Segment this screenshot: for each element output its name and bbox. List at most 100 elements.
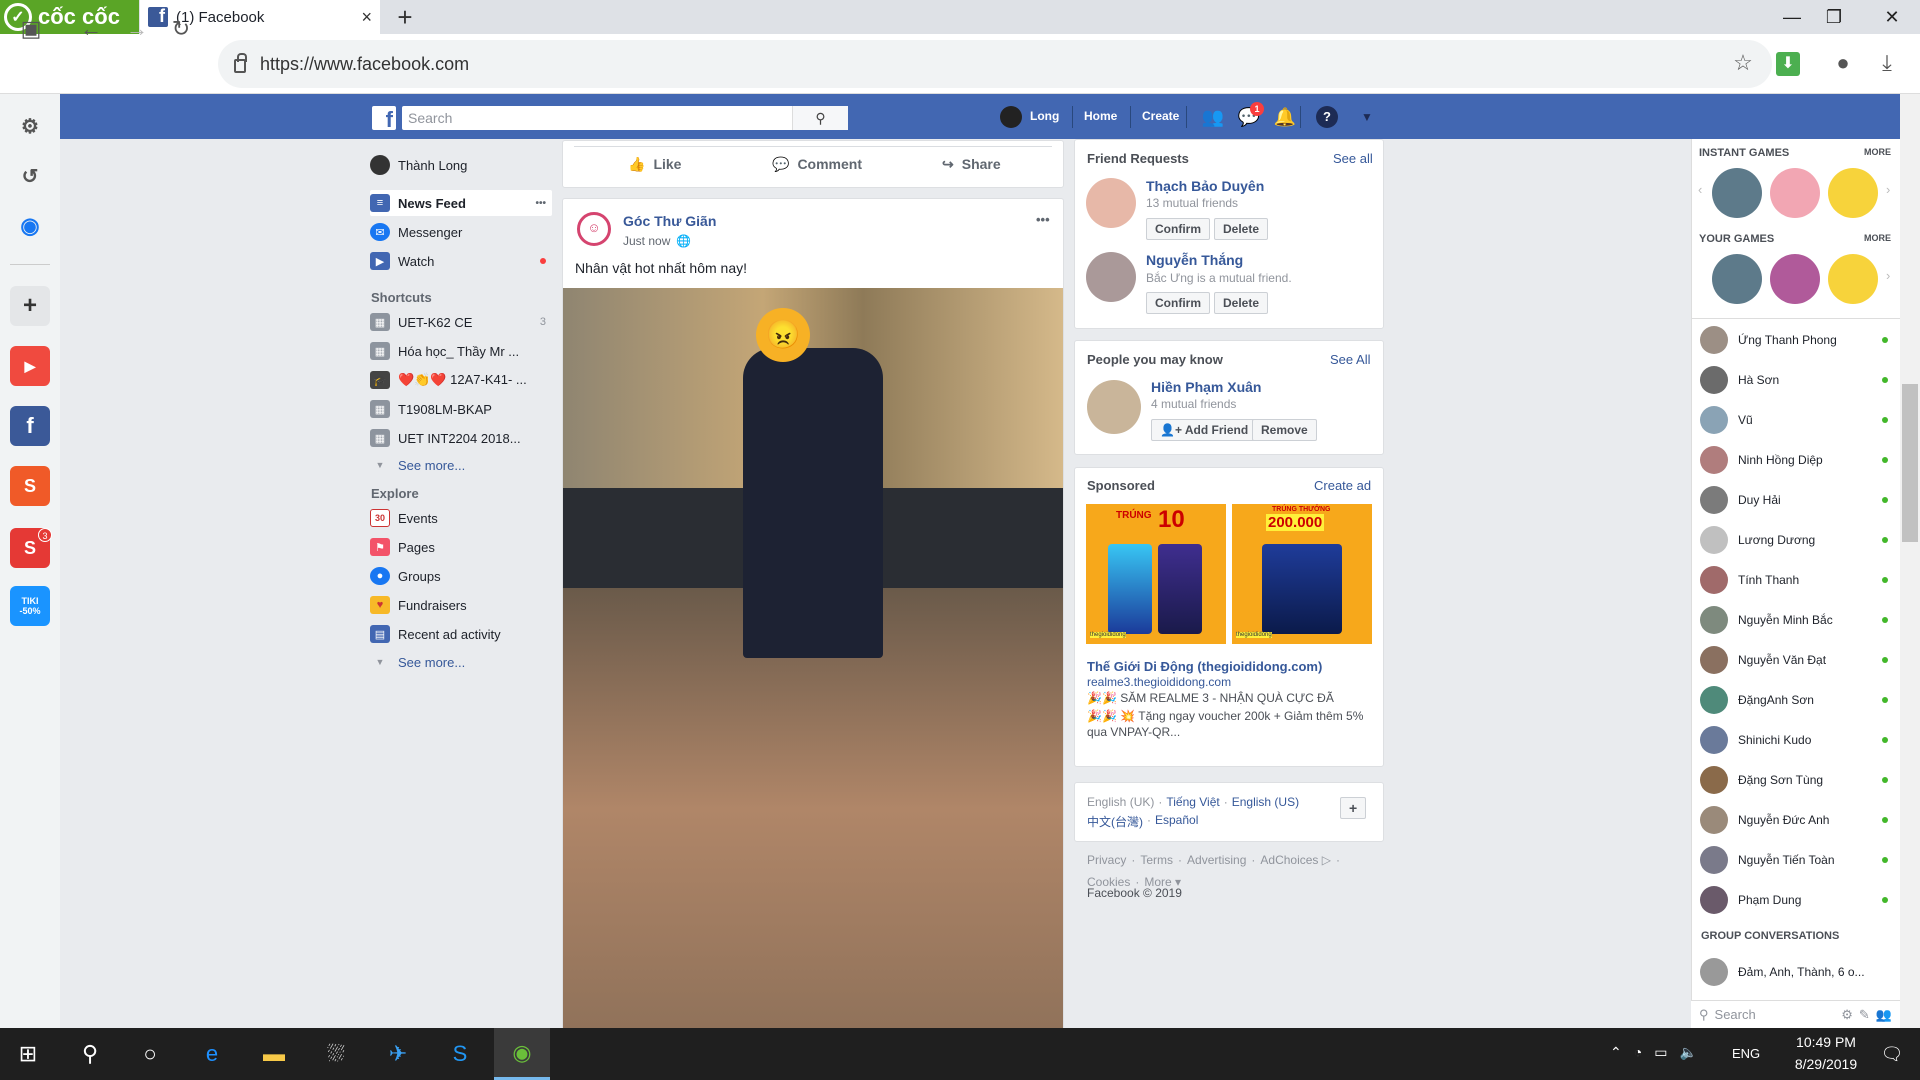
- app-icon[interactable]: ✈: [370, 1028, 426, 1080]
- contact-item[interactable]: Nguyễn Văn Đạt: [1700, 642, 1894, 678]
- advertiser-name[interactable]: Thế Giới Di Động (thegioididong.com): [1087, 659, 1322, 674]
- bookmark-star-icon[interactable]: ☆: [1728, 48, 1758, 78]
- see-more-explore[interactable]: ▼ See more...: [370, 649, 552, 675]
- nav-fundraisers[interactable]: ♥ Fundraisers: [370, 592, 552, 618]
- language-link[interactable]: Español: [1155, 813, 1198, 830]
- address-bar[interactable]: https://www.facebook.com: [218, 40, 1772, 88]
- windows-start-icon[interactable]: ⊞: [0, 1028, 56, 1080]
- tiki-icon[interactable]: TIKI -50%: [10, 586, 50, 626]
- close-window-button[interactable]: ✕: [1864, 0, 1920, 34]
- shopee-icon[interactable]: S: [10, 466, 50, 506]
- group-add-icon[interactable]: 👥: [1876, 1007, 1892, 1023]
- confirm-button[interactable]: Confirm: [1146, 292, 1210, 314]
- see-all-requests-link[interactable]: See all: [1333, 151, 1373, 166]
- game-thumbnail[interactable]: [1712, 254, 1762, 304]
- footer-link[interactable]: AdChoices ▷: [1260, 852, 1331, 869]
- volume-icon[interactable]: 🔈: [1679, 1044, 1696, 1061]
- ad-domain[interactable]: realme3.thegioididong.com: [1087, 675, 1231, 689]
- nav-watch[interactable]: ▶ Watch: [370, 248, 552, 274]
- contact-item[interactable]: Phạm Dung: [1700, 882, 1894, 918]
- notifications-bell-icon[interactable]: 🔔: [1272, 104, 1298, 130]
- back-icon[interactable]: ←: [76, 14, 106, 44]
- shortcut-item[interactable]: ▦ T1908LM-BKAP: [370, 396, 552, 422]
- nav-recent-ad-activity[interactable]: ▤ Recent ad activity: [370, 621, 552, 647]
- nav-pages[interactable]: ⚑ Pages: [370, 534, 552, 560]
- skype-icon[interactable]: S: [432, 1028, 488, 1080]
- add-icon[interactable]: +: [10, 286, 50, 326]
- account-icon[interactable]: ●: [1828, 48, 1858, 78]
- scrollbar-thumb[interactable]: [1902, 384, 1918, 542]
- language-link[interactable]: 中文(台灣): [1087, 813, 1143, 830]
- page-scrollbar[interactable]: [1900, 94, 1920, 1028]
- game-thumbnail[interactable]: [1828, 168, 1878, 218]
- create-ad-link[interactable]: Create ad: [1314, 478, 1371, 493]
- requester-name[interactable]: Thạch Bảo Duyên: [1146, 178, 1264, 194]
- coccoc-taskbar-icon[interactable]: ◉: [494, 1028, 550, 1080]
- search-icon[interactable]: ⚲: [792, 106, 848, 130]
- shortcut-item[interactable]: ▦ UET INT2204 2018...: [370, 425, 552, 451]
- url-text[interactable]: https://www.facebook.com: [260, 54, 469, 75]
- notifications-icon[interactable]: 🗨: [1864, 1028, 1920, 1080]
- add-friend-button[interactable]: 👤+ Add Friend: [1151, 419, 1258, 441]
- contact-item[interactable]: Nguyễn Tiến Toàn: [1700, 842, 1894, 878]
- language-link[interactable]: English (US): [1232, 795, 1299, 809]
- confirm-button[interactable]: Confirm: [1146, 218, 1210, 240]
- news-feed-options-icon[interactable]: •••: [535, 198, 546, 209]
- edge-icon[interactable]: e: [184, 1028, 240, 1080]
- youtube-icon[interactable]: ▶: [10, 346, 50, 386]
- home-link[interactable]: Home: [1084, 94, 1117, 139]
- nav-groups[interactable]: ● Groups: [370, 563, 552, 589]
- cortana-icon[interactable]: ○: [122, 1028, 178, 1080]
- post-photo[interactable]: 😠: [563, 288, 1063, 1030]
- suggested-name[interactable]: Hiền Phạm Xuân: [1151, 379, 1261, 395]
- game-thumbnail[interactable]: [1828, 254, 1878, 304]
- contact-item[interactable]: Nguyễn Đức Anh: [1700, 802, 1894, 838]
- settings-gear-icon[interactable]: ⚙: [10, 106, 50, 146]
- chevron-left-icon[interactable]: ‹: [1698, 182, 1702, 197]
- language-link[interactable]: Tiếng Việt: [1166, 795, 1219, 809]
- contact-item[interactable]: Vũ: [1700, 402, 1894, 438]
- profile-link[interactable]: Long: [1030, 94, 1059, 139]
- friend-requests-icon[interactable]: 👥: [1200, 104, 1226, 130]
- group-conversation-item[interactable]: Đảm, Anh, Thành, 6 o...: [1700, 954, 1894, 990]
- avatar[interactable]: [1086, 178, 1136, 228]
- reload-icon[interactable]: ↻: [166, 14, 196, 44]
- history-icon[interactable]: ↺: [10, 156, 50, 196]
- contact-item[interactable]: Lương Dương: [1700, 522, 1894, 558]
- nav-news-feed[interactable]: ≡ News Feed •••: [370, 190, 552, 216]
- contact-item[interactable]: Hà Sơn: [1700, 362, 1894, 398]
- contact-item[interactable]: Tính Thanh: [1700, 562, 1894, 598]
- shortcut-item[interactable]: 🎓 ❤️👏❤️ 12A7-K41- ...: [370, 367, 552, 393]
- tab-close-button[interactable]: ×: [361, 7, 372, 28]
- chevron-right-icon[interactable]: ›: [1886, 268, 1890, 283]
- new-message-icon[interactable]: ✎: [1859, 1007, 1870, 1023]
- game-thumbnail[interactable]: [1770, 254, 1820, 304]
- store-icon[interactable]: ⛆: [308, 1028, 364, 1080]
- instant-games-more-link[interactable]: MORE: [1864, 147, 1891, 157]
- facebook-icon[interactable]: f: [10, 406, 50, 446]
- game-thumbnail[interactable]: [1712, 168, 1762, 218]
- footer-link[interactable]: Privacy: [1087, 852, 1126, 869]
- file-explorer-icon[interactable]: ▬: [246, 1028, 302, 1080]
- footer-link[interactable]: Advertising: [1187, 852, 1246, 869]
- post-options-button[interactable]: •••: [1036, 212, 1050, 227]
- contact-item[interactable]: Đặng Sơn Tùng: [1700, 762, 1894, 798]
- messenger-icon[interactable]: ◉: [10, 206, 50, 246]
- create-link[interactable]: Create: [1142, 94, 1179, 139]
- game-thumbnail[interactable]: [1770, 168, 1820, 218]
- remove-button[interactable]: Remove: [1252, 419, 1317, 441]
- nav-messenger[interactable]: ✉ Messenger: [370, 219, 552, 245]
- chat-search-input[interactable]: ⚲ Search ⚙ ✎ 👥: [1691, 1000, 1900, 1028]
- comment-button[interactable]: 💬 Comment: [772, 152, 862, 176]
- input-language[interactable]: ENG: [1732, 1046, 1760, 1061]
- download-manager-icon[interactable]: ⬇: [1776, 52, 1800, 76]
- clock-time[interactable]: 10:49 PM: [1776, 1034, 1876, 1050]
- profile-nav-item[interactable]: Thành Long: [370, 152, 552, 178]
- footer-link[interactable]: Terms: [1140, 852, 1173, 869]
- delete-button[interactable]: Delete: [1214, 218, 1269, 240]
- see-all-pymk-link[interactable]: See All: [1330, 352, 1370, 367]
- contact-item[interactable]: Nguyễn Minh Bắc: [1700, 602, 1894, 638]
- contact-item[interactable]: Ninh Hồng Diệp: [1700, 442, 1894, 478]
- post-author[interactable]: Góc Thư Giãn: [623, 213, 716, 229]
- contact-item[interactable]: Shinichi Kudo: [1700, 722, 1894, 758]
